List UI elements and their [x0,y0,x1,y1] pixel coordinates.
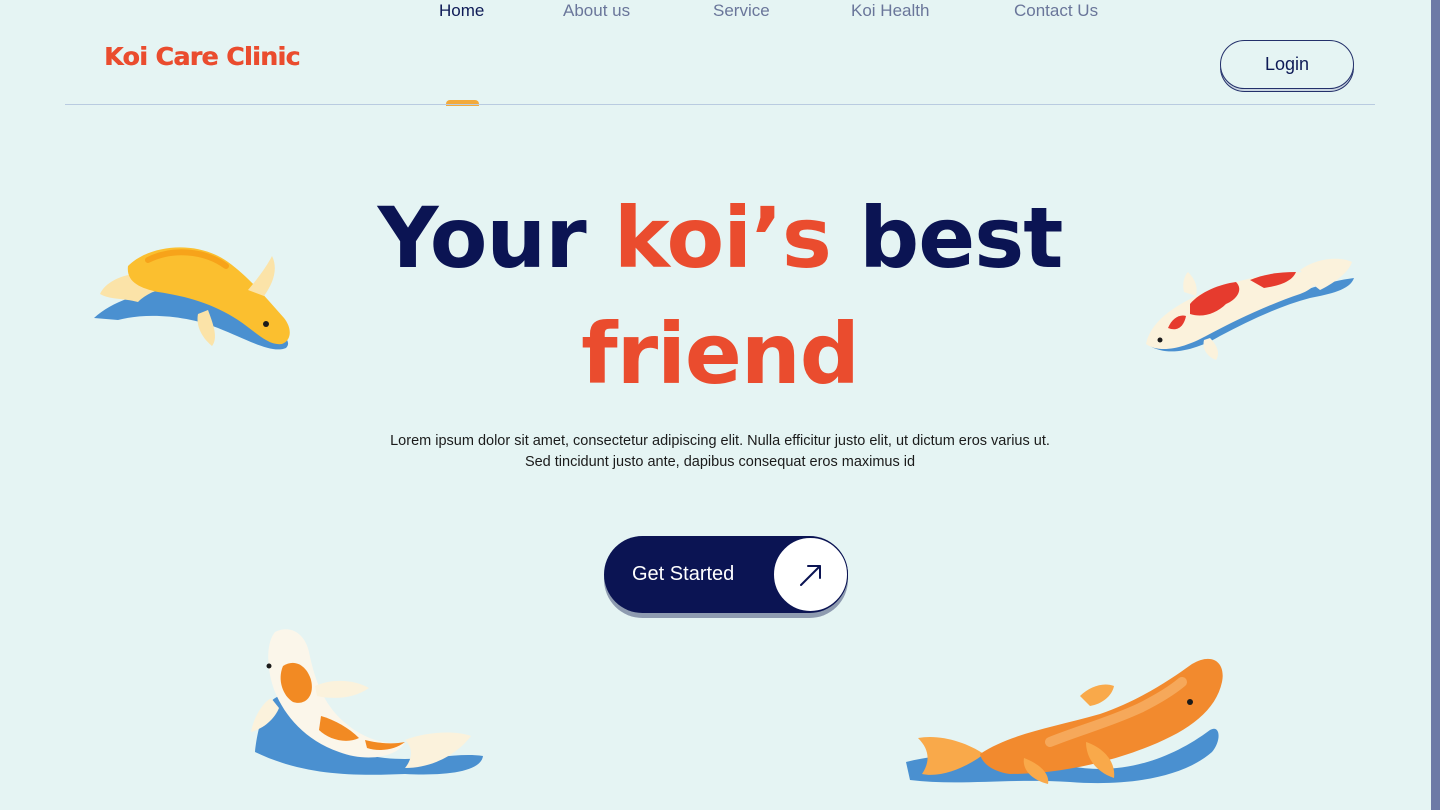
header-divider [65,104,1375,105]
hero-description-line1: Lorem ipsum dolor sit amet, consectetur … [390,433,1050,449]
active-nav-indicator [446,100,479,106]
hero-title-part2: best [830,189,1063,287]
arrow-up-right-icon [773,537,848,612]
orange-koi-illustration [906,658,1223,784]
red-white-koi-illustration [1146,258,1354,360]
orange-white-koi-illustration [251,629,483,775]
nav-item-koi-health[interactable]: Koi Health [851,0,929,22]
login-button[interactable]: Login [1220,40,1354,89]
logo[interactable]: Koi Care Clinic [104,42,300,71]
hero-title-accent: koi’s [613,189,832,287]
nav-item-home[interactable]: Home [439,0,484,22]
nav-item-service[interactable]: Service [713,0,770,22]
yellow-koi-illustration [94,247,290,350]
nav-item-contact-us[interactable]: Contact Us [1014,0,1098,22]
hero-description-line2: Sed tincidunt justo ante, dapibus conseq… [524,454,916,470]
nav-item-about-us[interactable]: About us [563,0,630,22]
hero-title-part1: Your [377,189,614,287]
get-started-button[interactable]: Get Started [604,536,848,613]
hero-description: Lorem ipsum dolor sit amet, consectetur … [345,431,1095,473]
get-started-label: Get Started [632,563,735,585]
scrollbar[interactable] [1431,0,1440,810]
